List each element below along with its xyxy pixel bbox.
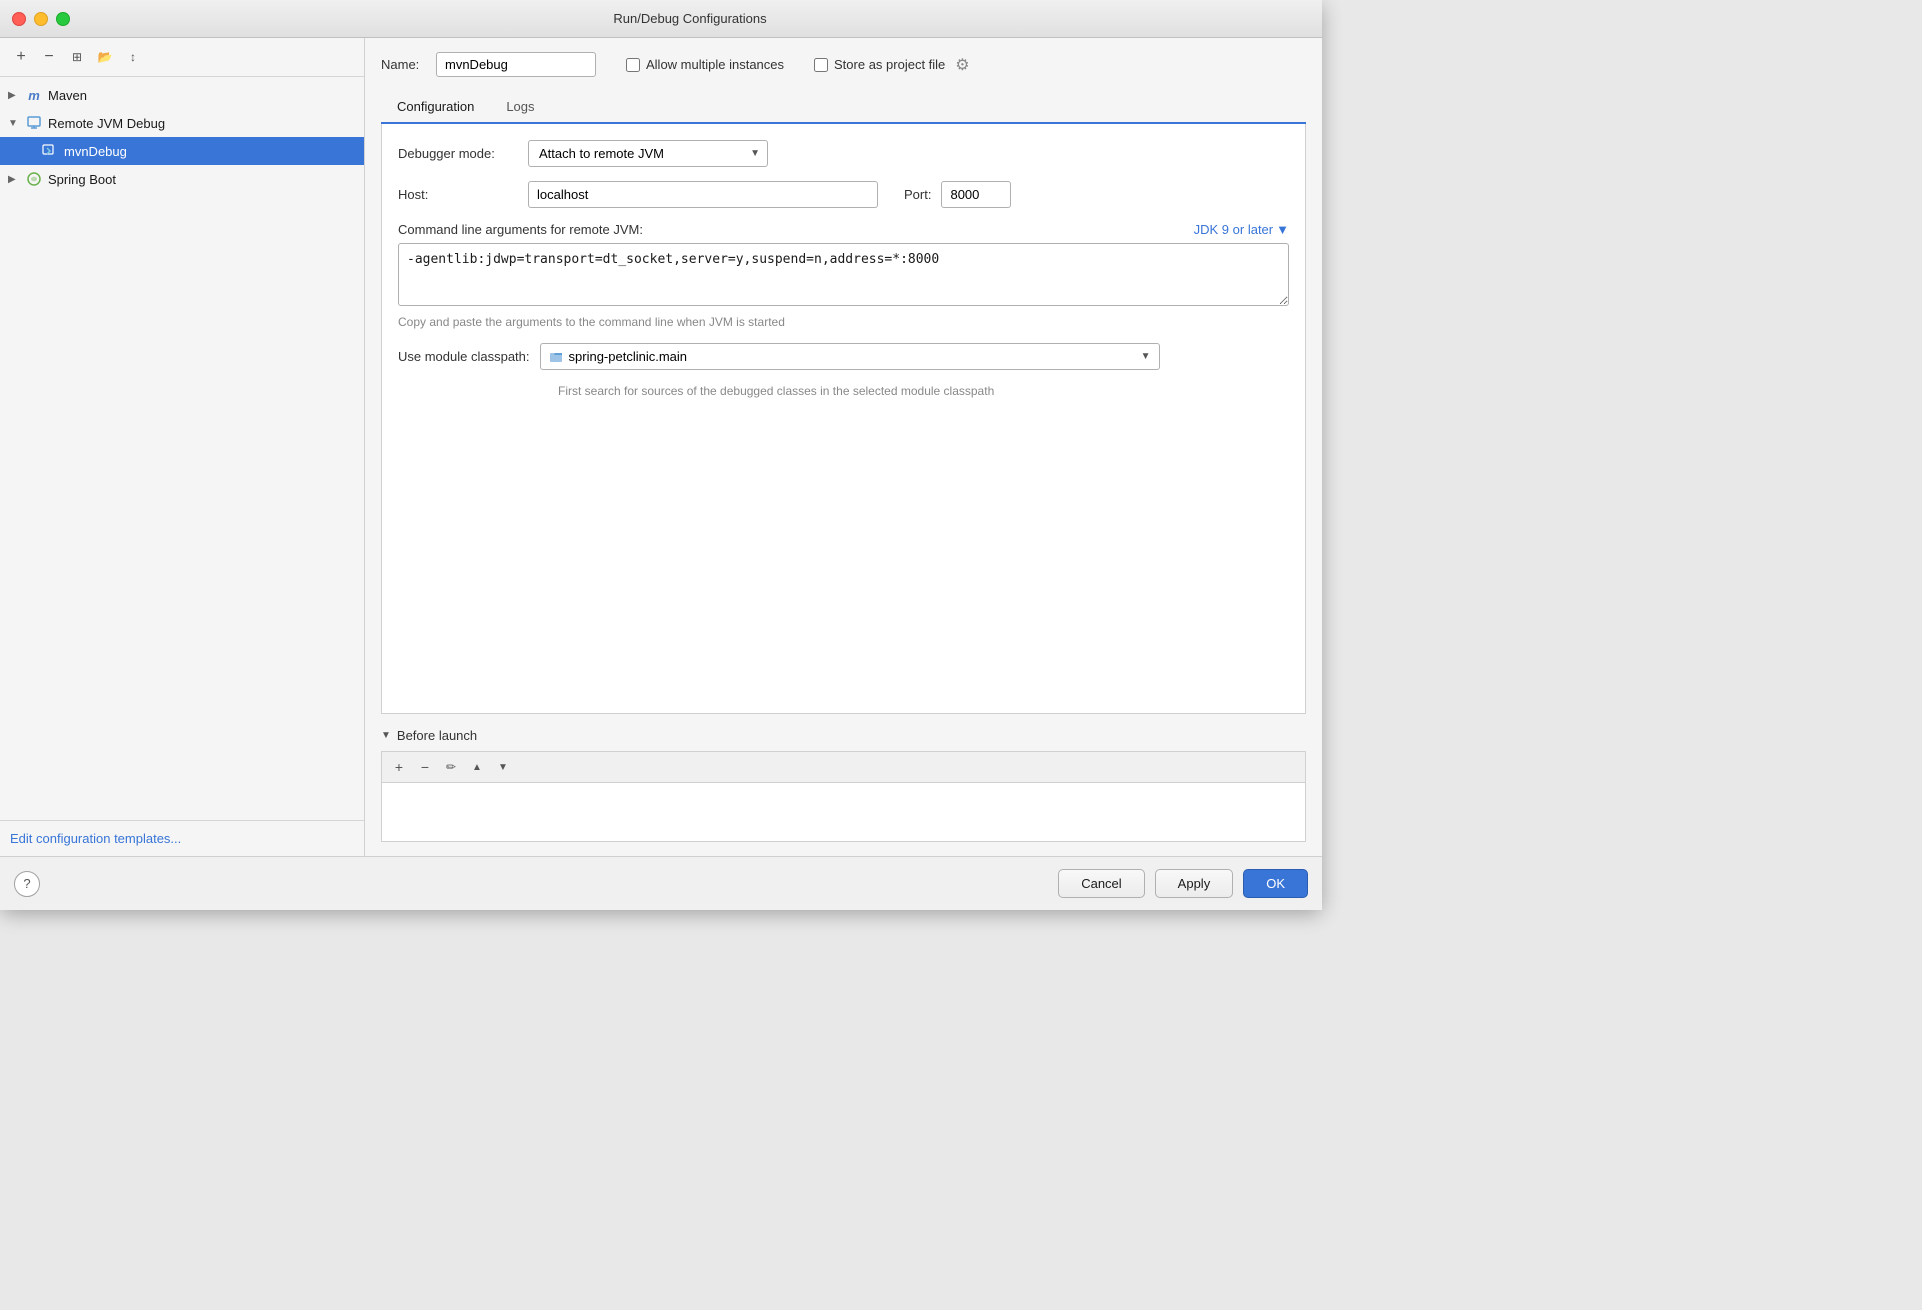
cmd-header: Command line arguments for remote JVM: J… — [398, 222, 1289, 237]
host-label: Host: — [398, 187, 518, 202]
minimize-button[interactable] — [34, 12, 48, 26]
name-row: Name: Allow multiple instances Store as … — [381, 52, 1306, 77]
port-label: Port: — [904, 187, 931, 202]
allow-multiple-group: Allow multiple instances — [626, 57, 784, 72]
button-group: Cancel Apply OK — [1058, 869, 1308, 898]
sidebar-item-label: Maven — [48, 88, 87, 103]
cmd-label: Command line arguments for remote JVM: — [398, 222, 643, 237]
cmd-hint: Copy and paste the arguments to the comm… — [398, 315, 1289, 329]
host-input[interactable] — [528, 181, 878, 208]
debugger-mode-label: Debugger mode: — [398, 146, 518, 161]
sidebar-item-maven[interactable]: ▶ m Maven — [0, 81, 364, 109]
debug-config-icon — [40, 141, 60, 161]
allow-multiple-label: Allow multiple instances — [646, 57, 784, 72]
gear-icon[interactable]: ⚙ — [955, 55, 969, 75]
before-launch-toolbar: + − ✏ ▲ ▼ — [381, 751, 1306, 782]
right-panel: Name: Allow multiple instances Store as … — [365, 38, 1322, 856]
jdk-version-arrow: ▼ — [1276, 222, 1289, 237]
move-to-folder-button[interactable]: 📂 — [94, 46, 116, 68]
bottom-bar: ? Cancel Apply OK — [0, 856, 1322, 910]
jdk-version-link[interactable]: JDK 9 or later ▼ — [1194, 222, 1289, 237]
main-layout: + − ⊞ 📂 ↕ ▶ m Maven ▼ — [0, 38, 1322, 856]
sidebar-footer: Edit configuration templates... — [0, 820, 364, 856]
add-config-button[interactable]: + — [10, 46, 32, 68]
remove-config-button[interactable]: − — [38, 46, 60, 68]
help-button[interactable]: ? — [14, 871, 40, 897]
before-launch-up-button[interactable]: ▲ — [466, 756, 488, 778]
module-classpath-row: Use module classpath: spring-petclinic.m… — [398, 343, 1289, 370]
debugger-mode-row: Debugger mode: Attach to remote JVM List… — [398, 140, 1289, 167]
jdk-version-label: JDK 9 or later — [1194, 222, 1273, 237]
sidebar-item-spring-boot[interactable]: ▶ Spring Boot — [0, 165, 364, 193]
before-launch-list — [381, 782, 1306, 842]
traffic-lights — [12, 12, 70, 26]
before-launch-remove-button[interactable]: − — [414, 756, 436, 778]
module-value: spring-petclinic.main — [569, 349, 688, 364]
debug-icon — [24, 113, 44, 133]
title-bar: Run/Debug Configurations — [0, 0, 1322, 38]
cmd-textarea[interactable]: -agentlib:jdwp=transport=dt_socket,serve… — [398, 243, 1289, 306]
sidebar-item-mvndebug[interactable]: ▶ mvnDebug — [0, 137, 364, 165]
config-panel: Debugger mode: Attach to remote JVM List… — [381, 124, 1306, 714]
edit-templates-link[interactable]: Edit configuration templates... — [10, 831, 181, 846]
sidebar: + − ⊞ 📂 ↕ ▶ m Maven ▼ — [0, 38, 365, 856]
store-project-label: Store as project file — [834, 57, 945, 72]
tabs-container: Configuration Logs — [381, 91, 1306, 124]
port-input[interactable] — [941, 181, 1011, 208]
before-launch-header: ▼ Before launch — [381, 728, 1306, 743]
sort-button[interactable]: ↕ — [122, 46, 144, 68]
module-select-arrow: ▼ — [1141, 351, 1151, 362]
debugger-mode-wrapper: Attach to remote JVM Listen to remote JV… — [528, 140, 768, 167]
spring-icon — [24, 169, 44, 189]
store-project-group: Store as project file ⚙ — [814, 55, 970, 75]
module-select[interactable]: spring-petclinic.main ▼ — [540, 343, 1160, 370]
before-launch-section: ▼ Before launch + − ✏ ▲ ▼ — [381, 728, 1306, 842]
before-launch-title: Before launch — [397, 728, 477, 743]
apply-button[interactable]: Apply — [1155, 869, 1234, 898]
tab-configuration[interactable]: Configuration — [381, 91, 490, 124]
sidebar-item-label: Remote JVM Debug — [48, 116, 165, 131]
before-launch-edit-button[interactable]: ✏ — [440, 756, 462, 778]
ok-button[interactable]: OK — [1243, 869, 1308, 898]
sidebar-item-remote-jvm-debug[interactable]: ▼ Remote JVM Debug — [0, 109, 364, 137]
module-hint: First search for sources of the debugged… — [558, 384, 1289, 398]
maven-arrow: ▶ — [8, 90, 24, 101]
maximize-button[interactable] — [56, 12, 70, 26]
name-label: Name: — [381, 57, 426, 72]
sidebar-item-label: Spring Boot — [48, 172, 116, 187]
window-title: Run/Debug Configurations — [70, 11, 1310, 26]
module-folder-icon — [549, 350, 563, 364]
maven-icon: m — [24, 85, 44, 105]
remote-jvm-arrow: ▼ — [8, 118, 24, 129]
sidebar-item-label: mvnDebug — [64, 144, 127, 159]
debugger-mode-select[interactable]: Attach to remote JVM Listen to remote JV… — [528, 140, 768, 167]
cancel-button[interactable]: Cancel — [1058, 869, 1144, 898]
copy-config-button[interactable]: ⊞ — [66, 46, 88, 68]
before-launch-add-button[interactable]: + — [388, 756, 410, 778]
sidebar-toolbar: + − ⊞ 📂 ↕ — [0, 38, 364, 77]
module-label: Use module classpath: — [398, 349, 530, 364]
spring-boot-arrow: ▶ — [8, 174, 24, 185]
allow-multiple-checkbox[interactable] — [626, 58, 640, 72]
tab-logs[interactable]: Logs — [490, 91, 550, 124]
name-input[interactable] — [436, 52, 596, 77]
before-launch-down-button[interactable]: ▼ — [492, 756, 514, 778]
close-button[interactable] — [12, 12, 26, 26]
store-project-checkbox[interactable] — [814, 58, 828, 72]
before-launch-arrow[interactable]: ▼ — [381, 730, 391, 741]
tree-area: ▶ m Maven ▼ Remote JVM Debug — [0, 77, 364, 820]
host-port-row: Host: Port: — [398, 181, 1289, 208]
